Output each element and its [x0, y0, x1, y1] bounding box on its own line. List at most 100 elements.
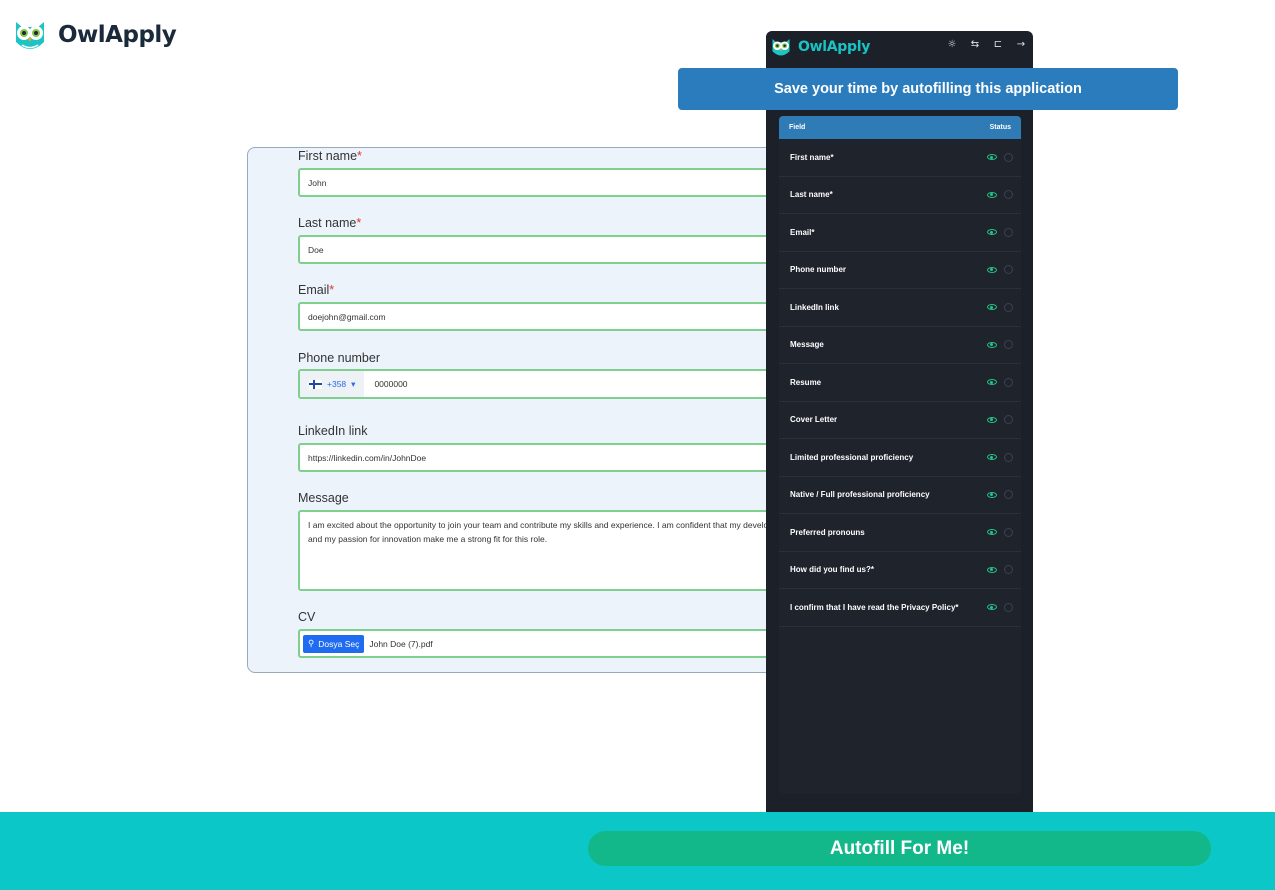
application-form: First name* John Last name* Doe Email* d… — [247, 147, 818, 673]
status-circle-icon — [1004, 490, 1013, 500]
eye-icon[interactable] — [987, 529, 997, 536]
owl-logo-icon — [772, 39, 790, 56]
eye-icon[interactable] — [987, 191, 997, 198]
table-row[interactable]: Cover Letter — [779, 402, 1021, 439]
field-name: Resume — [790, 377, 822, 387]
field-name: I confirm that I have read the Privacy P… — [790, 602, 959, 612]
last-name-label: Last name* — [298, 216, 362, 230]
first-name-input[interactable]: John — [298, 168, 818, 197]
status-circle-icon — [1004, 302, 1013, 312]
field-status — [987, 340, 1013, 350]
eye-icon[interactable] — [987, 304, 997, 311]
table-row[interactable]: Email* — [779, 214, 1021, 252]
field-status — [987, 527, 1013, 537]
status-circle-icon — [1004, 565, 1013, 575]
autofill-banner: Save your time by autofilling this appli… — [678, 68, 1178, 110]
field-name: First name* — [790, 152, 834, 162]
status-circle-icon — [1004, 527, 1013, 537]
table-row[interactable]: Phone number — [779, 252, 1021, 289]
phone-input[interactable]: +358 ▾ 0000000 — [298, 369, 818, 399]
eye-icon[interactable] — [987, 341, 997, 348]
status-circle-icon — [1004, 415, 1013, 425]
field-status — [987, 227, 1013, 237]
chevron-down-icon: ▾ — [351, 378, 356, 389]
field-name: Cover Letter — [790, 415, 838, 425]
field-status — [987, 565, 1013, 575]
table-row[interactable]: First name* — [779, 139, 1021, 177]
eye-icon[interactable] — [987, 454, 997, 461]
table-row[interactable]: Last name* — [779, 177, 1021, 214]
field-name: Native / Full professional proficiency — [790, 490, 930, 500]
table-row[interactable]: LinkedIn link — [779, 289, 1021, 327]
status-circle-icon — [1004, 377, 1013, 387]
message-textarea[interactable]: I am excited about the opportunity to jo… — [298, 510, 818, 591]
eye-icon[interactable] — [987, 379, 997, 386]
status-circle-icon — [1004, 227, 1013, 237]
extension-title: OwlApply — [798, 39, 871, 55]
field-status-table: Field Status First name* Last name* Email*… — [779, 116, 1021, 794]
brand-logo[interactable]: OwlApply — [12, 16, 177, 54]
first-name-label: First name* — [298, 149, 362, 163]
eye-icon[interactable] — [987, 154, 997, 161]
extension-toolbar: ☼ ⇆ ⊏ → — [946, 39, 1027, 50]
status-circle-icon — [1004, 190, 1013, 200]
extension-panel: OwlApply ☼ ⇆ ⊏ → Field Status First name… — [766, 31, 1033, 831]
status-circle-icon — [1004, 452, 1013, 462]
cv-file-input[interactable]: ⚲ Dosya Seç John Doe (7).pdf — [298, 629, 818, 658]
status-circle-icon — [1004, 340, 1013, 350]
cv-label: CV — [298, 610, 316, 624]
table-row[interactable]: Resume — [779, 364, 1021, 402]
field-status — [987, 490, 1013, 500]
paperclip-icon: ⚲ — [308, 638, 315, 648]
field-status — [987, 415, 1013, 425]
field-name: Last name* — [790, 190, 833, 200]
linkedin-input[interactable]: https://linkedin.com/in/JohnDoe — [298, 443, 818, 472]
last-name-input[interactable]: Doe — [298, 235, 818, 264]
status-circle-icon — [1004, 265, 1013, 275]
field-status — [987, 190, 1013, 200]
country-code-select[interactable]: +358 ▾ — [300, 371, 365, 397]
choose-file-button[interactable]: ⚲ Dosya Seç — [303, 634, 365, 653]
brand-name: OwlApply — [58, 22, 177, 48]
field-name: Limited professional proficiency — [790, 452, 914, 462]
linkedin-label: LinkedIn link — [298, 424, 368, 438]
autofill-button[interactable]: Autofill For Me! — [588, 831, 1211, 866]
field-name: How did you find us?* — [790, 565, 874, 575]
field-status — [987, 377, 1013, 387]
status-circle-icon — [1004, 602, 1013, 612]
table-row[interactable]: Native / Full professional proficiency — [779, 477, 1021, 514]
sun-icon[interactable]: ☼ — [946, 39, 958, 50]
field-name: Preferred pronouns — [790, 527, 865, 537]
table-row[interactable]: How did you find us?* — [779, 552, 1021, 589]
field-status — [987, 152, 1013, 162]
field-status — [987, 602, 1013, 612]
field-name: Message — [790, 340, 824, 350]
extension-header: OwlApply — [770, 35, 870, 59]
eye-icon[interactable] — [987, 229, 997, 236]
table-header: Field Status — [779, 116, 1021, 139]
table-row[interactable]: Message — [779, 327, 1021, 364]
table-row[interactable]: Preferred pronouns — [779, 514, 1021, 552]
eye-icon[interactable] — [987, 266, 997, 273]
field-name: Email* — [790, 227, 815, 237]
eye-icon[interactable] — [987, 604, 997, 611]
status-circle-icon — [1004, 152, 1013, 162]
email-input[interactable]: doejohn@gmail.com — [298, 302, 818, 331]
field-name: Phone number — [790, 265, 847, 275]
dock-icon[interactable]: ⊏ — [992, 39, 1004, 50]
table-body: First name* Last name* Email* Phone number L… — [779, 139, 1021, 627]
owl-logo-icon — [16, 22, 44, 49]
eye-icon[interactable] — [987, 566, 997, 573]
field-status — [987, 302, 1013, 312]
field-name: LinkedIn link — [790, 302, 839, 312]
phone-label: Phone number — [298, 351, 381, 365]
arrow-right-icon[interactable]: → — [1015, 39, 1027, 50]
eye-icon[interactable] — [987, 491, 997, 498]
table-row[interactable]: Limited professional proficiency — [779, 439, 1021, 477]
table-row[interactable]: I confirm that I have read the Privacy P… — [779, 589, 1021, 627]
email-label: Email* — [298, 283, 335, 297]
field-status — [987, 452, 1013, 462]
swap-icon[interactable]: ⇆ — [969, 39, 981, 50]
field-status — [987, 265, 1013, 275]
eye-icon[interactable] — [987, 416, 997, 423]
